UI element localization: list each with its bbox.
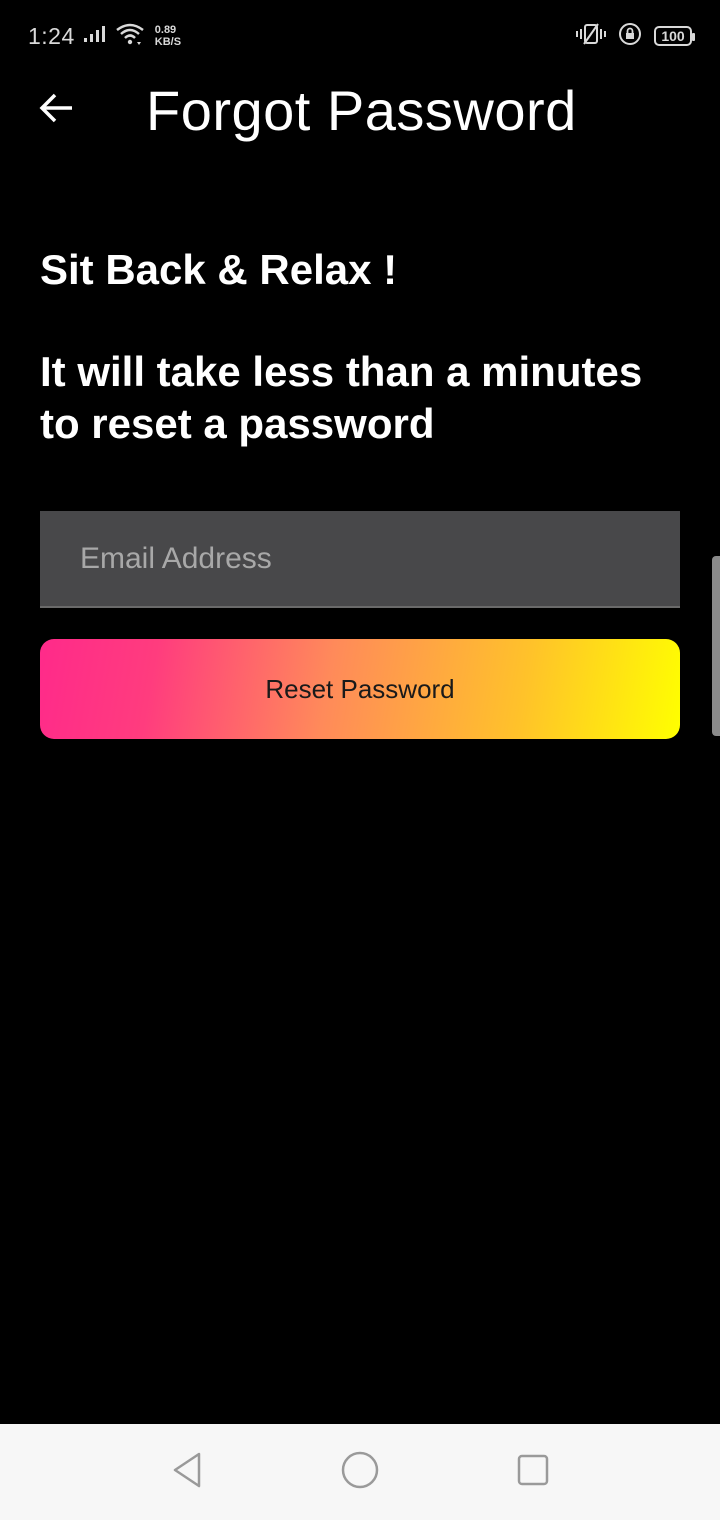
- headline: Sit Back & Relax !: [40, 246, 398, 293]
- battery-icon: 100: [654, 26, 695, 46]
- home-circle-icon: [340, 1450, 380, 1495]
- net-speed: 0.89 KB/S: [155, 24, 181, 48]
- page-title: Forgot Password: [146, 79, 577, 142]
- wifi-icon: [115, 22, 145, 51]
- status-bar: 1:24 0.89 KB/S 100: [0, 0, 720, 72]
- vibrate-icon: [576, 22, 606, 51]
- forgot-password-screen: 1:24 0.89 KB/S 100 Forgot Password Sit B…: [0, 0, 720, 1520]
- rotation-lock-icon: [618, 22, 642, 51]
- app-bar: Forgot Password: [0, 72, 720, 148]
- arrow-left-icon: [36, 88, 76, 133]
- status-time: 1:24: [28, 22, 75, 49]
- reset-password-button[interactable]: Reset Password: [40, 639, 680, 739]
- email-field[interactable]: [40, 511, 680, 608]
- nav-back-button[interactable]: [157, 1442, 217, 1502]
- status-left: 1:24 0.89 KB/S: [28, 22, 181, 51]
- nav-recents-button[interactable]: [503, 1442, 563, 1502]
- scroll-indicator: [712, 556, 720, 736]
- recents-square-icon: [513, 1450, 553, 1495]
- back-button[interactable]: [30, 84, 82, 136]
- system-nav-bar: [0, 1424, 720, 1520]
- net-speed-unit: KB/S: [154, 36, 182, 48]
- signal-icon: [83, 24, 107, 49]
- status-right: 100: [576, 22, 695, 51]
- email-input[interactable]: [80, 511, 680, 606]
- instruction-text: It will take less than a minutes to rese…: [40, 348, 643, 447]
- net-speed-value: 0.89: [154, 24, 177, 36]
- back-triangle-icon: [167, 1450, 207, 1495]
- nav-home-button[interactable]: [330, 1442, 390, 1502]
